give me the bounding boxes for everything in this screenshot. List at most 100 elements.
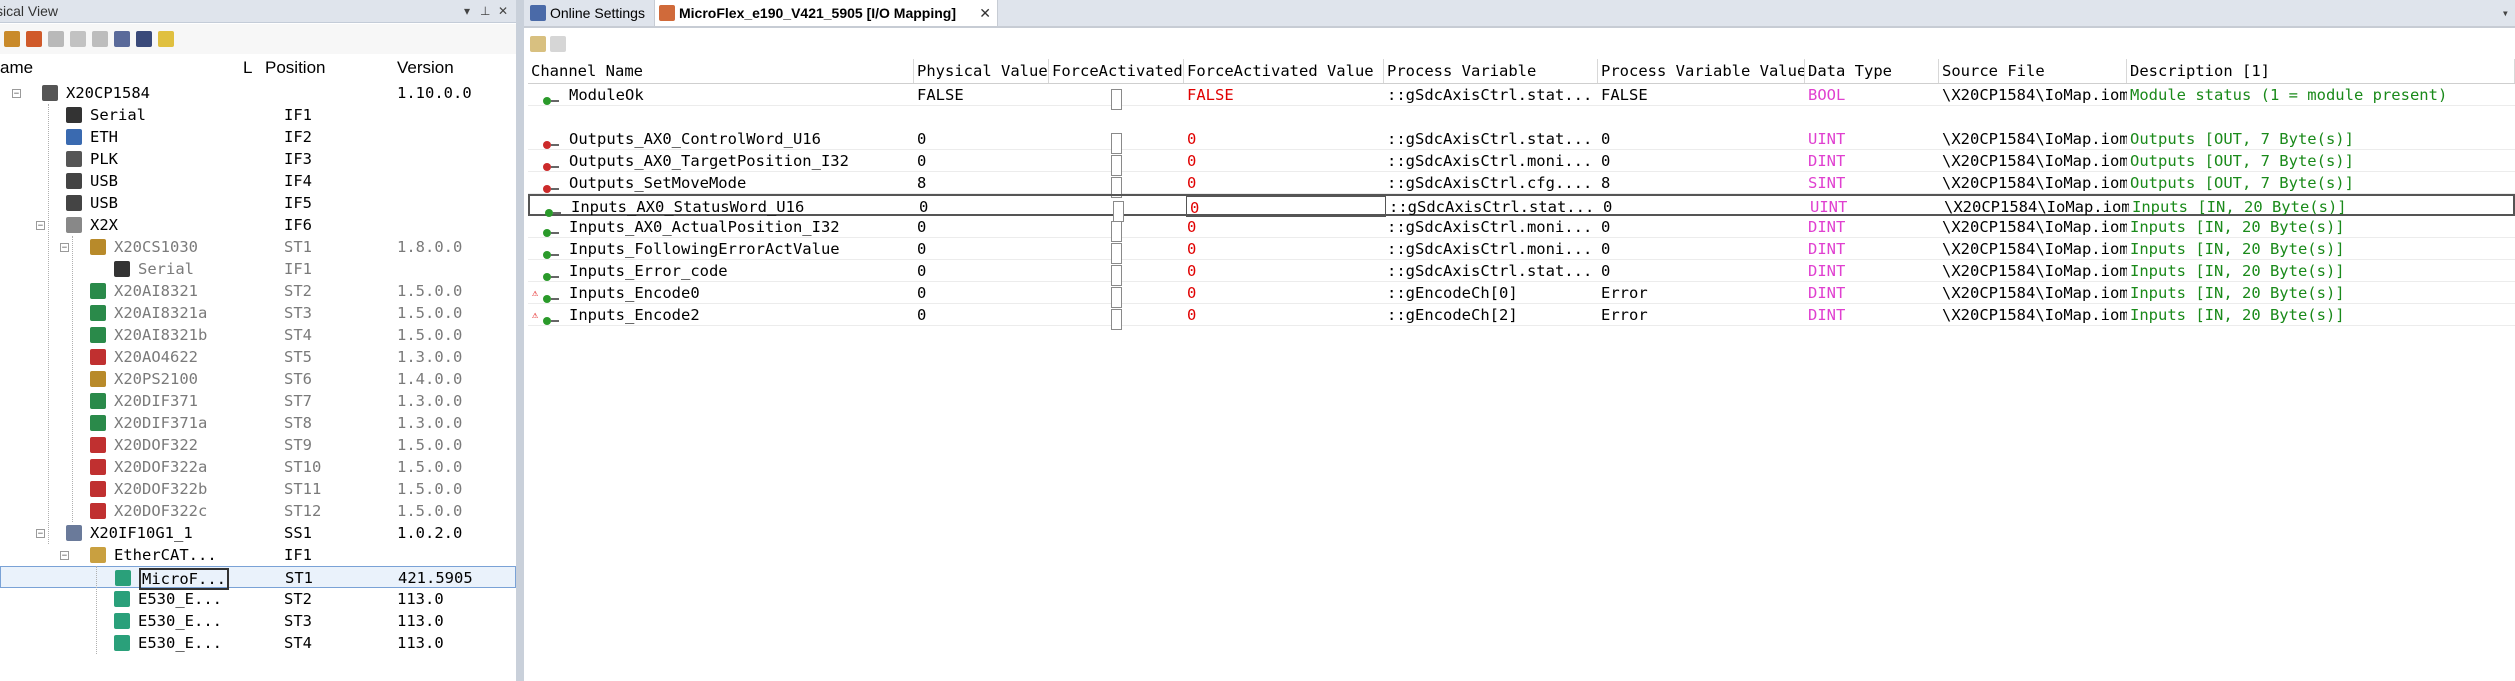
- tree-node[interactable]: ETH IF2: [0, 126, 516, 148]
- process-variable: ::gSdcAxisCtrl.moni...: [1387, 240, 1593, 258]
- tree-node-position: IF5: [284, 194, 312, 212]
- toolbar-icon-6[interactable]: [114, 31, 130, 47]
- force-activated-value[interactable]: 0: [1184, 282, 1384, 303]
- tree-node[interactable]: PLK IF3: [0, 148, 516, 170]
- tree-node-name: X20IF10G1_1: [90, 524, 193, 542]
- collapse-toggle-icon[interactable]: −: [60, 551, 69, 561]
- force-activated-value[interactable]: 0: [1184, 260, 1384, 281]
- tree-node[interactable]: Serial IF1: [0, 258, 516, 280]
- tree-node[interactable]: USB IF4: [0, 170, 516, 192]
- tree-node[interactable]: X20DOF322b ST11 1.5.0.0: [0, 478, 516, 500]
- table-row[interactable]: Inputs_Error_code 0 0::gSdcAxisCtrl.stat..…: [528, 260, 2515, 286]
- tree-node[interactable]: E530_E... ST4 113.0: [0, 632, 516, 654]
- tree-node[interactable]: X20DIF371a ST8 1.3.0.0: [0, 412, 516, 434]
- force-activated-checkbox[interactable]: [1111, 309, 1122, 330]
- close-icon[interactable]: ✕: [979, 0, 991, 26]
- tree-node[interactable]: E530_E... ST2 113.0: [0, 588, 516, 610]
- tree-node[interactable]: X20AI8321a ST3 1.5.0.0: [0, 302, 516, 324]
- force-activated-value[interactable]: 0: [1186, 196, 1386, 217]
- toolbar-icon-3[interactable]: [48, 31, 64, 47]
- source-file: \X20CP1584\IoMap.iom: [1942, 130, 2127, 148]
- tree-node-version: 1.5.0.0: [397, 282, 463, 300]
- table-row[interactable]: Outputs_SetMoveMode 8 0::gSdcAxisCtrl.cfg.…: [528, 172, 2515, 198]
- table-row[interactable]: ⚠ Inputs_Encode2 0 0::gEncodeCh[2] Error DINT…: [528, 304, 2515, 330]
- process-variable: ::gSdcAxisCtrl.moni...: [1387, 218, 1593, 236]
- tab-io-mapping[interactable]: MicroFlex_e190_V421_5905 [I/O Mapping] ✕: [654, 0, 998, 26]
- tab-list-dropdown-icon[interactable]: ▾: [2502, 0, 2509, 26]
- force-activated-value[interactable]: 0: [1184, 128, 1384, 149]
- col-l-header[interactable]: L: [243, 56, 252, 80]
- tree-node[interactable]: − X20CP1584 1.10.0.0: [0, 82, 516, 104]
- collapse-toggle-icon[interactable]: −: [36, 529, 45, 539]
- collapse-toggle-icon[interactable]: −: [60, 243, 69, 253]
- col-force-activated[interactable]: ForceActivated: [1049, 59, 1184, 83]
- table-row[interactable]: Outputs_AX0_ControlWord_U16 0 0::gSdcAxisC…: [528, 128, 2515, 154]
- tree-node[interactable]: X20DIF371 ST7 1.3.0.0: [0, 390, 516, 412]
- collapse-toggle-icon[interactable]: −: [12, 89, 21, 99]
- tree-node[interactable]: − X20IF10G1_1 SS1 1.0.2.0: [0, 522, 516, 544]
- toolbar-icon-4[interactable]: [70, 31, 86, 47]
- tree-node[interactable]: X20PS2100 ST6 1.4.0.0: [0, 368, 516, 390]
- tree-node[interactable]: E530_E... ST3 113.0: [0, 610, 516, 632]
- force-activated-value[interactable]: 0: [1184, 172, 1384, 193]
- tree-node[interactable]: − EtherCAT... IF1: [0, 544, 516, 566]
- tree-node-name: X20AO4622: [114, 348, 198, 366]
- force-activated-checkbox[interactable]: [1111, 89, 1122, 110]
- tree-node-version: 1.5.0.0: [397, 458, 463, 476]
- toolbar-icon-7[interactable]: [136, 31, 152, 47]
- panel-dropdown-icon[interactable]: ▾: [464, 0, 470, 22]
- data-type: DINT: [1808, 262, 1846, 280]
- force-activated-value[interactable]: FALSE: [1184, 84, 1384, 105]
- pin-icon[interactable]: ⊥: [480, 0, 490, 22]
- tree-node-version: 1.5.0.0: [397, 480, 463, 498]
- tree-node[interactable]: X20DOF322c ST12 1.5.0.0: [0, 500, 516, 522]
- col-process-variable[interactable]: Process Variable: [1384, 59, 1598, 83]
- col-force-activated-value[interactable]: ForceActivated Value: [1184, 59, 1384, 83]
- force-activated-value[interactable]: 0: [1184, 150, 1384, 171]
- force-activated-value[interactable]: 0: [1184, 216, 1384, 237]
- module-icon: [90, 415, 106, 431]
- col-physical-value[interactable]: Physical Value: [914, 59, 1049, 83]
- panel-splitter[interactable]: [516, 0, 524, 681]
- table-row[interactable]: Inputs_AX0_StatusWord_U16 0 0::gSdcAxisCtr…: [528, 194, 2515, 222]
- force-icon[interactable]: [550, 36, 566, 52]
- tree-node[interactable]: Serial IF1: [0, 104, 516, 126]
- tree-node[interactable]: X20AO4622 ST5 1.3.0.0: [0, 346, 516, 368]
- table-row[interactable]: Inputs_FollowingErrorActValue 0 0::gSdcAxi…: [528, 238, 2515, 264]
- physical-value: 0: [917, 218, 927, 236]
- table-row[interactable]: ModuleOk FALSE FALSE::gSdcAxisCtrl.stat...…: [528, 84, 2515, 110]
- force-activated-value[interactable]: 0: [1184, 238, 1384, 259]
- tree-node[interactable]: − X2X IF6: [0, 214, 516, 236]
- tree-node[interactable]: X20DOF322a ST10 1.5.0.0: [0, 456, 516, 478]
- force-activated-value[interactable]: 0: [1184, 304, 1384, 325]
- col-version-header[interactable]: Version: [397, 56, 454, 80]
- close-icon[interactable]: ✕: [498, 0, 508, 22]
- toolbar-icon-2[interactable]: [26, 31, 42, 47]
- tree-node-name: MicroF...: [139, 568, 229, 590]
- tree-node[interactable]: X20AI8321b ST4 1.5.0.0: [0, 324, 516, 346]
- toolbar-icon-1[interactable]: [4, 31, 20, 47]
- col-description[interactable]: Description [1]: [2127, 59, 2515, 83]
- tree-node[interactable]: MicroF... ST1 421.5905: [0, 566, 516, 590]
- io-toolbar: [524, 30, 2515, 58]
- process-variable: ::gSdcAxisCtrl.stat...: [1387, 86, 1593, 104]
- table-row[interactable]: Outputs_AX0_TargetPosition_I32 0 0::gSdcAx…: [528, 150, 2515, 176]
- col-data-type[interactable]: Data Type: [1805, 59, 1939, 83]
- tree-node[interactable]: − X20CS1030 ST1 1.8.0.0: [0, 236, 516, 258]
- col-channel-name[interactable]: Channel Name: [528, 59, 914, 83]
- tree-node[interactable]: X20AI8321 ST2 1.5.0.0: [0, 280, 516, 302]
- table-row[interactable]: Inputs_AX0_ActualPosition_I32 0 0::gSdcAxi…: [528, 216, 2515, 242]
- table-row[interactable]: ⚠ Inputs_Encode0 0 0::gEncodeCh[0] Error DINT…: [528, 282, 2515, 308]
- col-name-header[interactable]: ame: [0, 56, 33, 80]
- col-source-file[interactable]: Source File: [1939, 59, 2127, 83]
- tree-node[interactable]: X20DOF322 ST9 1.5.0.0: [0, 434, 516, 456]
- toolbar-icon-8[interactable]: [158, 31, 174, 47]
- col-position-header[interactable]: Position: [265, 56, 325, 80]
- col-process-variable-value[interactable]: Process Variable Value: [1598, 59, 1805, 83]
- physical-value: 0: [917, 130, 927, 148]
- tree-node[interactable]: USB IF5: [0, 192, 516, 214]
- toolbar-icon-5[interactable]: [92, 31, 108, 47]
- edit-icon[interactable]: [530, 36, 546, 52]
- tab-online-settings[interactable]: Online Settings: [526, 0, 650, 26]
- collapse-toggle-icon[interactable]: −: [36, 221, 45, 231]
